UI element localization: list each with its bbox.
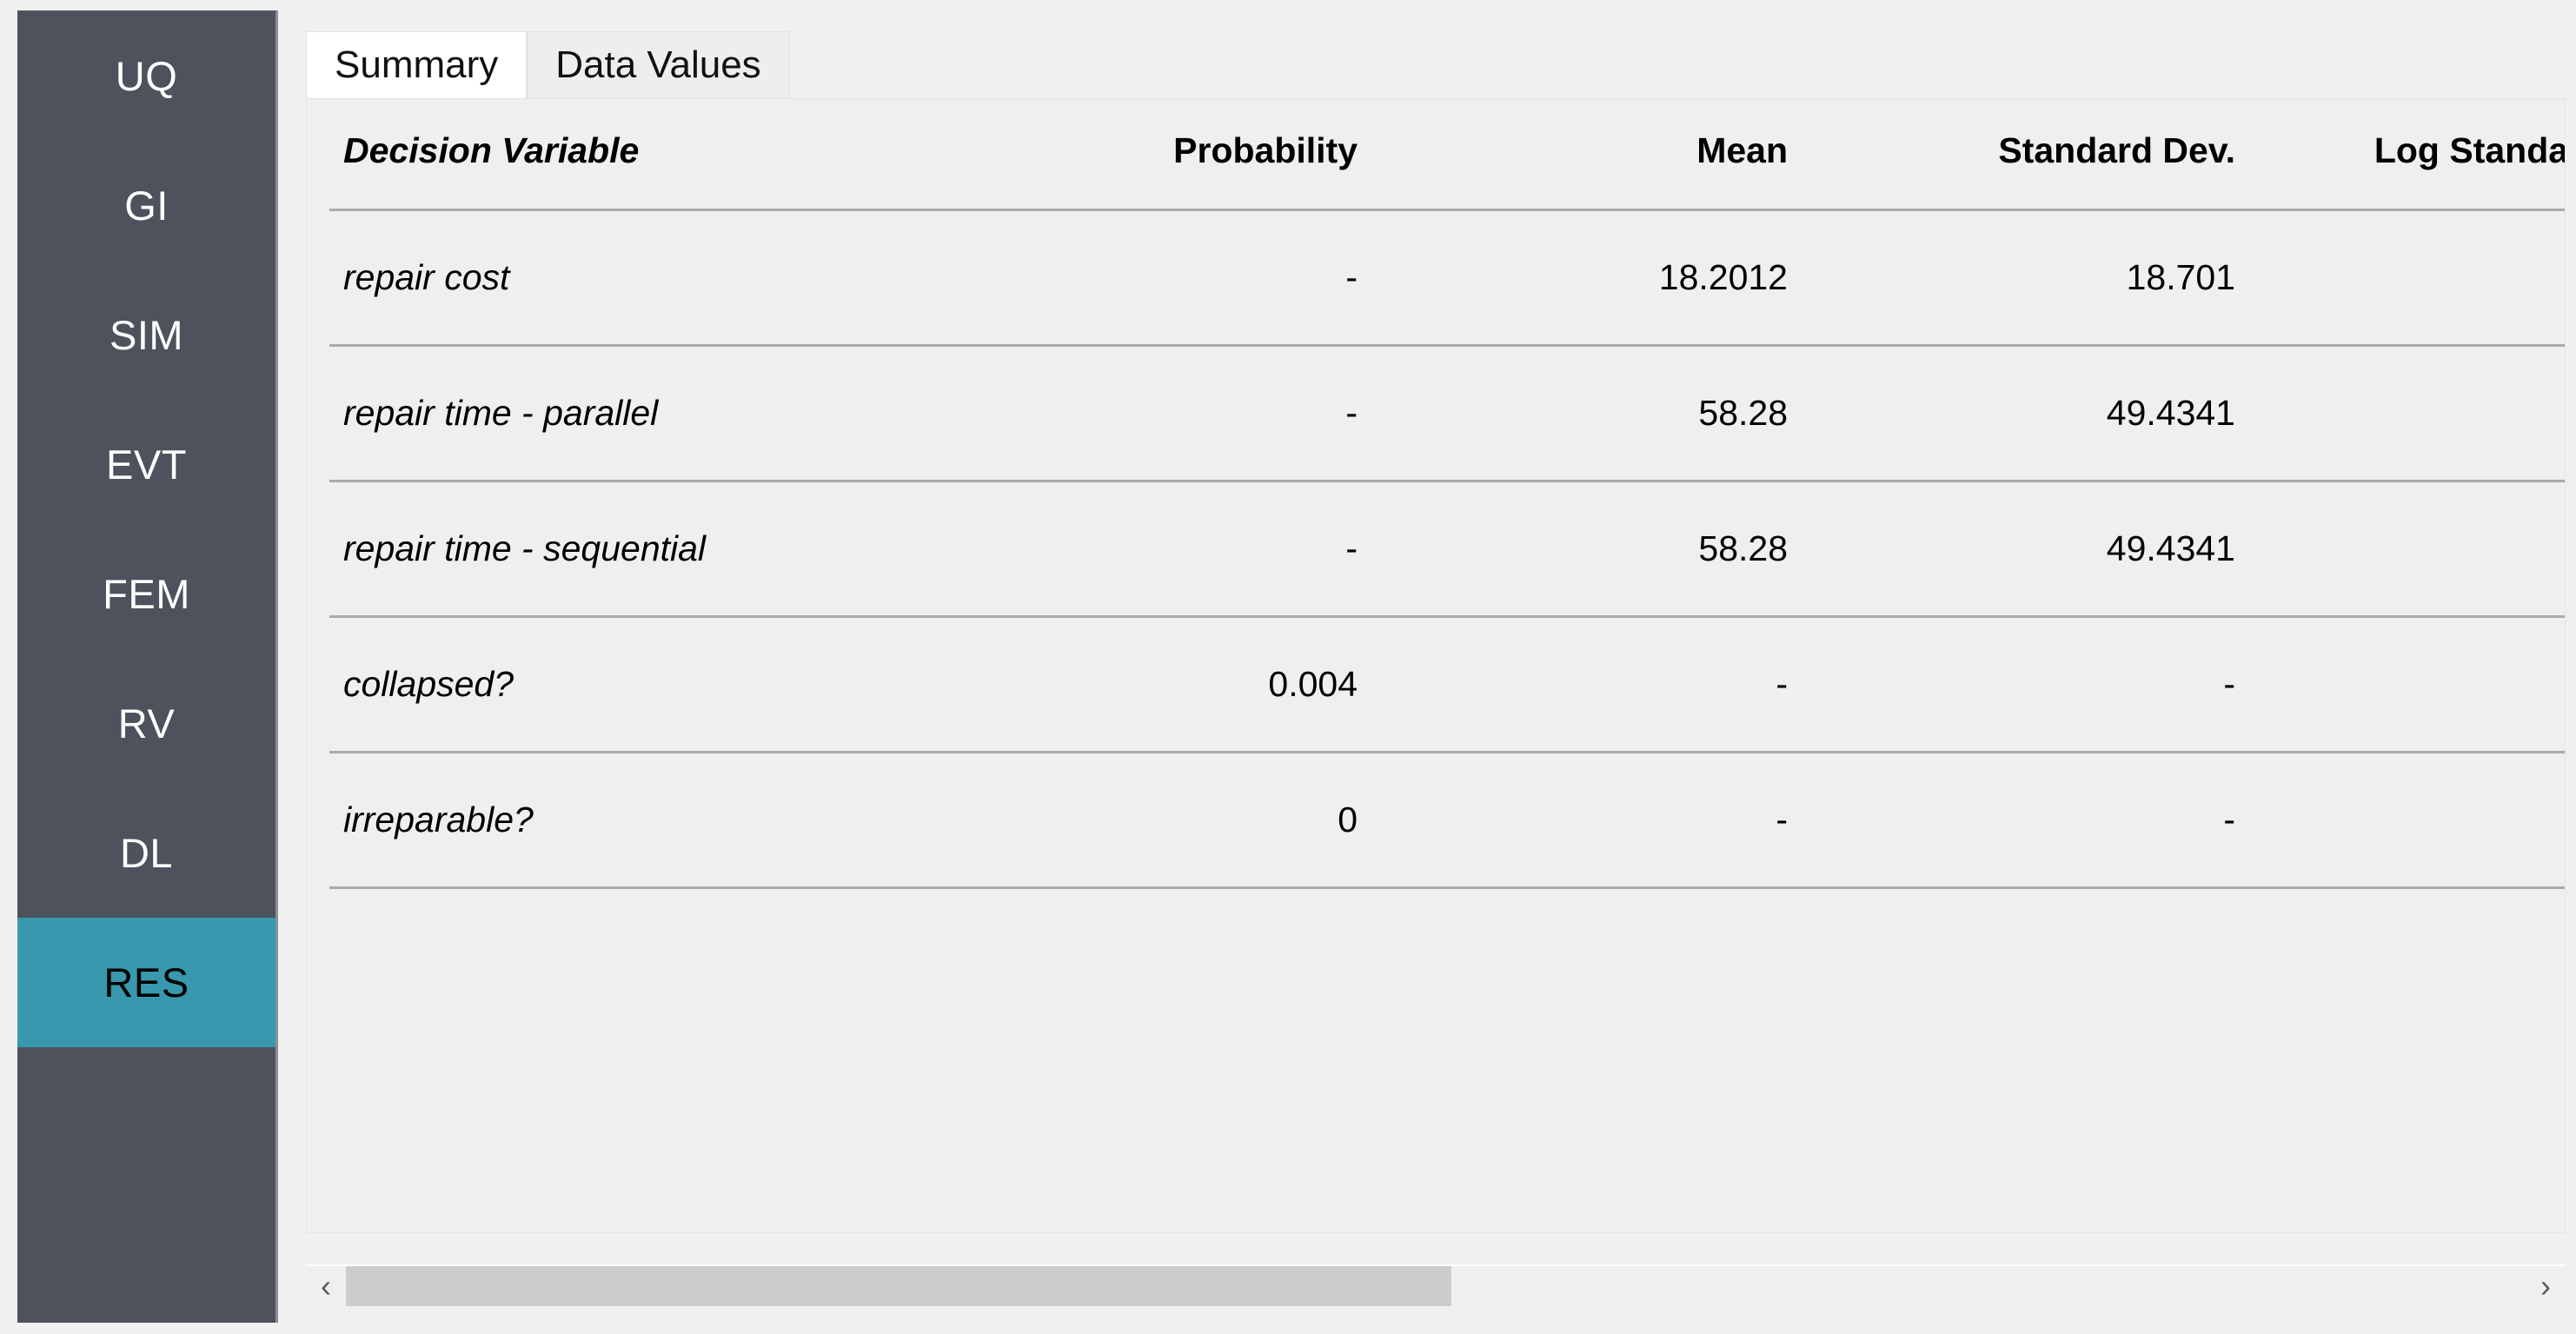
table-row[interactable]: repair time - parallel - 58.28 49.4341 N… bbox=[329, 345, 2565, 482]
tab-label: Data Values bbox=[555, 43, 761, 86]
table-row[interactable]: collapsed? 0.004 - - - bbox=[329, 616, 2565, 753]
sidebar-item-label: GI bbox=[124, 183, 169, 229]
application-window: UQ GI SIM EVT FEM RV DL RES Summary Data… bbox=[0, 0, 2576, 1334]
sidebar-item-uq[interactable]: UQ bbox=[17, 11, 276, 141]
sidebar-item-label: RES bbox=[103, 959, 189, 1005]
table-row[interactable]: repair cost - 18.2012 18.701 N/A bbox=[329, 209, 2565, 347]
scrollbar-thumb[interactable] bbox=[346, 1266, 1451, 1306]
cell-mean: - bbox=[1368, 616, 1798, 753]
tab-label: Summary bbox=[335, 43, 499, 86]
cell-mean: 58.28 bbox=[1368, 481, 1798, 618]
sidebar-empty-space bbox=[17, 1047, 276, 1323]
sidebar-item-fem[interactable]: FEM bbox=[17, 529, 276, 659]
sidebar-item-label: DL bbox=[119, 830, 174, 876]
cell-standard-dev: - bbox=[1798, 752, 2246, 889]
sidebar-item-label: RV bbox=[117, 700, 176, 747]
cell-probability: - bbox=[929, 481, 1368, 618]
table-header: Decision Variable Probability Mean Stand… bbox=[329, 99, 2565, 211]
summary-table: Decision Variable Probability Mean Stand… bbox=[329, 99, 2565, 889]
cell-standard-dev: - bbox=[1798, 616, 2246, 753]
cell-probability: - bbox=[929, 345, 1368, 482]
cell-decision-variable: repair time - sequential bbox=[329, 481, 929, 618]
scrollbar-track[interactable] bbox=[346, 1266, 2526, 1306]
column-header-mean[interactable]: Mean bbox=[1368, 99, 1798, 211]
tab-bar: Summary Data Values bbox=[306, 31, 790, 98]
sidebar-item-label: SIM bbox=[109, 312, 184, 358]
cell-probability: - bbox=[929, 209, 1368, 347]
cell-mean: 18.2012 bbox=[1368, 209, 1798, 347]
cell-probability: 0.004 bbox=[929, 616, 1368, 753]
sidebar-navigation: UQ GI SIM EVT FEM RV DL RES bbox=[17, 10, 278, 1323]
column-header-log-standard-dev[interactable]: Log Standard Dev. bbox=[2246, 99, 2565, 211]
table-header-row: Decision Variable Probability Mean Stand… bbox=[329, 99, 2565, 211]
cell-log-standard-dev: N/A bbox=[2246, 345, 2565, 482]
sidebar-item-rv[interactable]: RV bbox=[17, 659, 276, 788]
table-row[interactable]: irreparable? 0 - - - bbox=[329, 752, 2565, 889]
column-header-decision-variable[interactable]: Decision Variable bbox=[329, 99, 929, 211]
results-content-area: Summary Data Values Decision Variable Pr… bbox=[306, 10, 2566, 1323]
table-body: repair cost - 18.2012 18.701 N/A repair … bbox=[329, 209, 2565, 889]
sidebar-item-sim[interactable]: SIM bbox=[17, 270, 276, 400]
cell-log-standard-dev: N/A bbox=[2246, 209, 2565, 347]
tab-data-values[interactable]: Data Values bbox=[527, 31, 790, 98]
sidebar-item-label: FEM bbox=[103, 571, 190, 617]
cell-probability: 0 bbox=[929, 752, 1368, 889]
column-header-probability[interactable]: Probability bbox=[929, 99, 1368, 211]
cell-standard-dev: 18.701 bbox=[1798, 209, 2246, 347]
cell-standard-dev: 49.4341 bbox=[1798, 345, 2246, 482]
cell-log-standard-dev: N/A bbox=[2246, 481, 2565, 618]
sidebar-item-label: EVT bbox=[106, 441, 187, 488]
sidebar-item-dl[interactable]: DL bbox=[17, 788, 276, 918]
cell-decision-variable: collapsed? bbox=[329, 616, 929, 753]
sidebar-item-res[interactable]: RES bbox=[17, 918, 276, 1047]
horizontal-scrollbar[interactable]: ‹ › bbox=[306, 1264, 2566, 1306]
cell-decision-variable: irreparable? bbox=[329, 752, 929, 889]
cell-decision-variable: repair time - parallel bbox=[329, 345, 929, 482]
table-row[interactable]: repair time - sequential - 58.28 49.4341… bbox=[329, 481, 2565, 618]
sidebar-item-label: UQ bbox=[115, 53, 178, 99]
cell-log-standard-dev: - bbox=[2246, 752, 2565, 889]
cell-log-standard-dev: - bbox=[2246, 616, 2565, 753]
sidebar-item-gi[interactable]: GI bbox=[17, 141, 276, 270]
sidebar-item-evt[interactable]: EVT bbox=[17, 400, 276, 529]
scroll-left-arrow-icon[interactable]: ‹ bbox=[306, 1266, 346, 1306]
tab-summary[interactable]: Summary bbox=[306, 31, 528, 98]
summary-table-panel: Decision Variable Probability Mean Stand… bbox=[306, 98, 2566, 1233]
cell-mean: 58.28 bbox=[1368, 345, 1798, 482]
cell-mean: - bbox=[1368, 752, 1798, 889]
scroll-right-arrow-icon[interactable]: › bbox=[2526, 1266, 2566, 1306]
cell-standard-dev: 49.4341 bbox=[1798, 481, 2246, 618]
column-header-standard-dev[interactable]: Standard Dev. bbox=[1798, 99, 2246, 211]
cell-decision-variable: repair cost bbox=[329, 209, 929, 347]
